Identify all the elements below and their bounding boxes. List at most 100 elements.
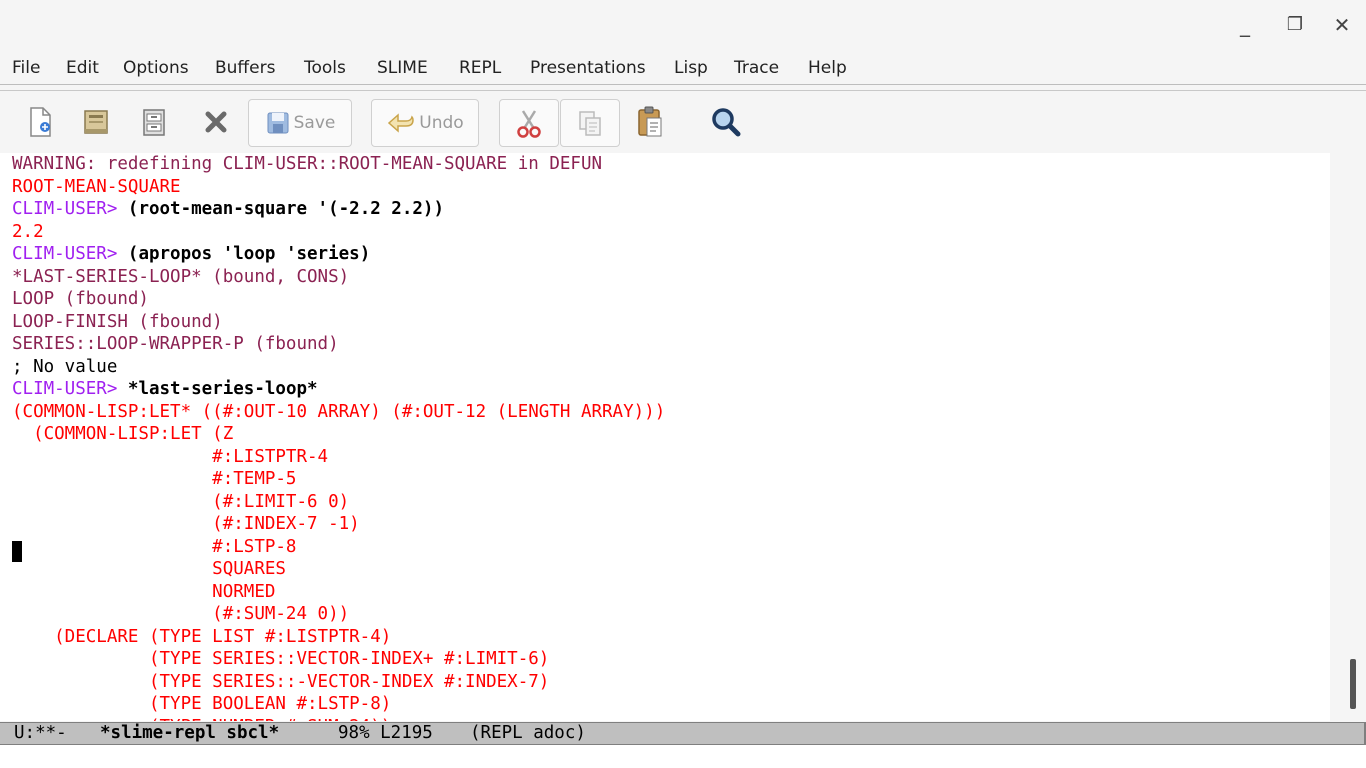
file-cabinet-icon (143, 109, 165, 136)
menu-tools[interactable]: Tools (304, 58, 346, 78)
repl-output: *LAST-SERIES-LOOP* (bound, CONS) (12, 266, 350, 287)
vertical-scrollbar[interactable] (1330, 153, 1366, 721)
menu-edit[interactable]: Edit (66, 58, 99, 78)
repl-output: WARNING: redefining CLIM-USER::ROOT-MEAN… (12, 154, 603, 174)
mode-line: U:**- *slime-repl sbcl* 98% L2195 (REPL … (0, 722, 1366, 745)
repl-line: (TYPE NUMBER #:SUM-24)) (12, 716, 391, 722)
repl-buffer[interactable]: WARNING: redefining CLIM-USER::ROOT-MEAN… (0, 153, 1330, 721)
save-button[interactable]: Save (248, 99, 352, 147)
repl-line: #:LISTPTR-4 (12, 446, 328, 469)
repl-output: (COMMON-LISP:LET* ((#:OUT-10 ARRAY) (#:O… (12, 401, 666, 422)
modeline-mode[interactable]: (REPL adoc) (470, 723, 586, 744)
dired-button[interactable] (134, 99, 174, 145)
repl-output: 2.2 (12, 221, 44, 242)
minimize-button[interactable]: _ (1230, 10, 1260, 40)
undo-button[interactable]: Undo (371, 99, 479, 147)
repl-line: (#:INDEX-7 -1) (12, 513, 360, 536)
repl-input: (root-mean-square '(-2.2 2.2)) (127, 199, 444, 219)
maximize-button[interactable]: ❐ (1280, 10, 1310, 40)
repl-line: CLIM-USER> (root-mean-square '(-2.2 2.2)… (12, 198, 444, 221)
repl-line: LOOP-FINISH (fbound) (12, 311, 223, 334)
repl-line: #:LSTP-8 (12, 536, 296, 559)
repl-line: SQUARES (12, 558, 286, 581)
save-label: Save (293, 113, 336, 133)
repl-output: ; No value (12, 356, 118, 377)
repl-output: (TYPE SERIES::VECTOR-INDEX+ #:LIMIT-6) (12, 649, 550, 669)
undo-icon (388, 113, 415, 133)
open-file-button[interactable] (76, 99, 116, 145)
repl-prompt: CLIM-USER> (12, 379, 128, 399)
repl-output: SERIES::LOOP-WRAPPER-P (fbound) (12, 334, 339, 354)
new-file-button[interactable] (20, 99, 60, 145)
cut-button[interactable] (499, 99, 559, 147)
undo-label: Undo (419, 113, 464, 133)
kill-buffer-button[interactable] (196, 99, 236, 145)
repl-output: (#:SUM-24 0)) (12, 604, 350, 624)
menu-lisp[interactable]: Lisp (674, 58, 708, 78)
menu-help[interactable]: Help (808, 58, 847, 78)
repl-line: (COMMON-LISP:LET* ((#:OUT-10 ARRAY) (#:O… (12, 401, 665, 424)
repl-line: NORMED (12, 581, 275, 604)
menu-buffers[interactable]: Buffers (215, 58, 275, 78)
repl-prompt: CLIM-USER> (12, 199, 128, 219)
repl-line: (#:LIMIT-6 0) (12, 491, 349, 514)
repl-output: SQUARES (12, 559, 286, 579)
repl-line: (DECLARE (TYPE LIST #:LISTPTR-4) (12, 626, 391, 649)
cut-icon (517, 110, 541, 138)
repl-output: (#:LIMIT-6 0) (12, 491, 350, 512)
modeline-buffer-name[interactable]: *slime-repl sbcl* (100, 723, 279, 744)
repl-output: (TYPE SERIES::-VECTOR-INDEX #:INDEX-7) (12, 671, 550, 692)
search-icon (712, 108, 741, 137)
repl-line: ROOT-MEAN-SQUARE (12, 176, 181, 199)
repl-line: *LAST-SERIES-LOOP* (bound, CONS) (12, 266, 349, 289)
repl-output: (TYPE NUMBER #:SUM-24)) (12, 717, 391, 722)
repl-input: *last-series-loop* (127, 379, 318, 399)
repl-prompt: CLIM-USER> (12, 244, 128, 264)
menu-file[interactable]: File (12, 58, 40, 78)
menu-options[interactable]: Options (123, 58, 189, 78)
repl-output: NORMED (12, 581, 276, 602)
toolbar: Save Undo (0, 90, 1366, 153)
scrollbar-thumb[interactable] (1350, 659, 1356, 709)
repl-line: #:TEMP-5 (12, 468, 296, 491)
menu-trace[interactable]: Trace (734, 58, 779, 78)
modeline-position: 98% L2195 (338, 723, 433, 743)
repl-line: (TYPE SERIES::VECTOR-INDEX+ #:LIMIT-6) (12, 648, 549, 671)
repl-output: (TYPE BOOLEAN #:LSTP-8) (12, 694, 392, 714)
repl-output: (DECLARE (TYPE LIST #:LISTPTR-4) (12, 626, 392, 647)
repl-line: (TYPE BOOLEAN #:LSTP-8) (12, 693, 391, 716)
repl-output: (#:INDEX-7 -1) (12, 514, 360, 534)
menu-slime[interactable]: SLIME (377, 58, 428, 78)
menu-bar: File Edit Options Buffers Tools SLIME RE… (0, 52, 1366, 85)
repl-output: LOOP (fbound) (12, 289, 149, 309)
modeline-status: U:**- (14, 723, 67, 743)
repl-input: (apropos 'loop 'series) (127, 244, 371, 264)
repl-line: LOOP (fbound) (12, 288, 149, 311)
paste-button[interactable] (630, 99, 670, 145)
text-cursor (12, 541, 22, 562)
repl-line: (COMMON-LISP:LET (Z (12, 423, 233, 446)
repl-output: ROOT-MEAN-SQUARE (12, 176, 181, 197)
new-file-icon (30, 107, 51, 137)
repl-output: #:TEMP-5 (12, 469, 297, 489)
close-x-icon (205, 111, 227, 133)
minibuffer[interactable] (0, 745, 1366, 768)
title-bar: _ ❐ ✕ (0, 0, 1366, 48)
repl-output: #:LSTP-8 (12, 536, 297, 557)
menu-presentations[interactable]: Presentations (530, 58, 646, 78)
copy-button[interactable] (560, 99, 620, 147)
repl-line: SERIES::LOOP-WRAPPER-P (fbound) (12, 333, 339, 356)
save-icon (267, 112, 289, 134)
repl-output: (COMMON-LISP:LET (Z (12, 424, 234, 444)
search-button[interactable] (706, 99, 746, 145)
repl-output: #:LISTPTR-4 (12, 446, 329, 467)
close-window-button[interactable]: ✕ (1327, 10, 1357, 40)
repl-output: LOOP-FINISH (fbound) (12, 311, 223, 332)
repl-line: CLIM-USER> *last-series-loop* (12, 378, 318, 401)
repl-line: WARNING: redefining CLIM-USER::ROOT-MEAN… (12, 153, 602, 176)
menu-repl[interactable]: REPL (459, 58, 501, 78)
repl-line: CLIM-USER> (apropos 'loop 'series) (12, 243, 370, 266)
open-folder-icon (84, 110, 108, 134)
paste-icon (638, 106, 662, 137)
repl-line: ; No value (12, 356, 117, 379)
